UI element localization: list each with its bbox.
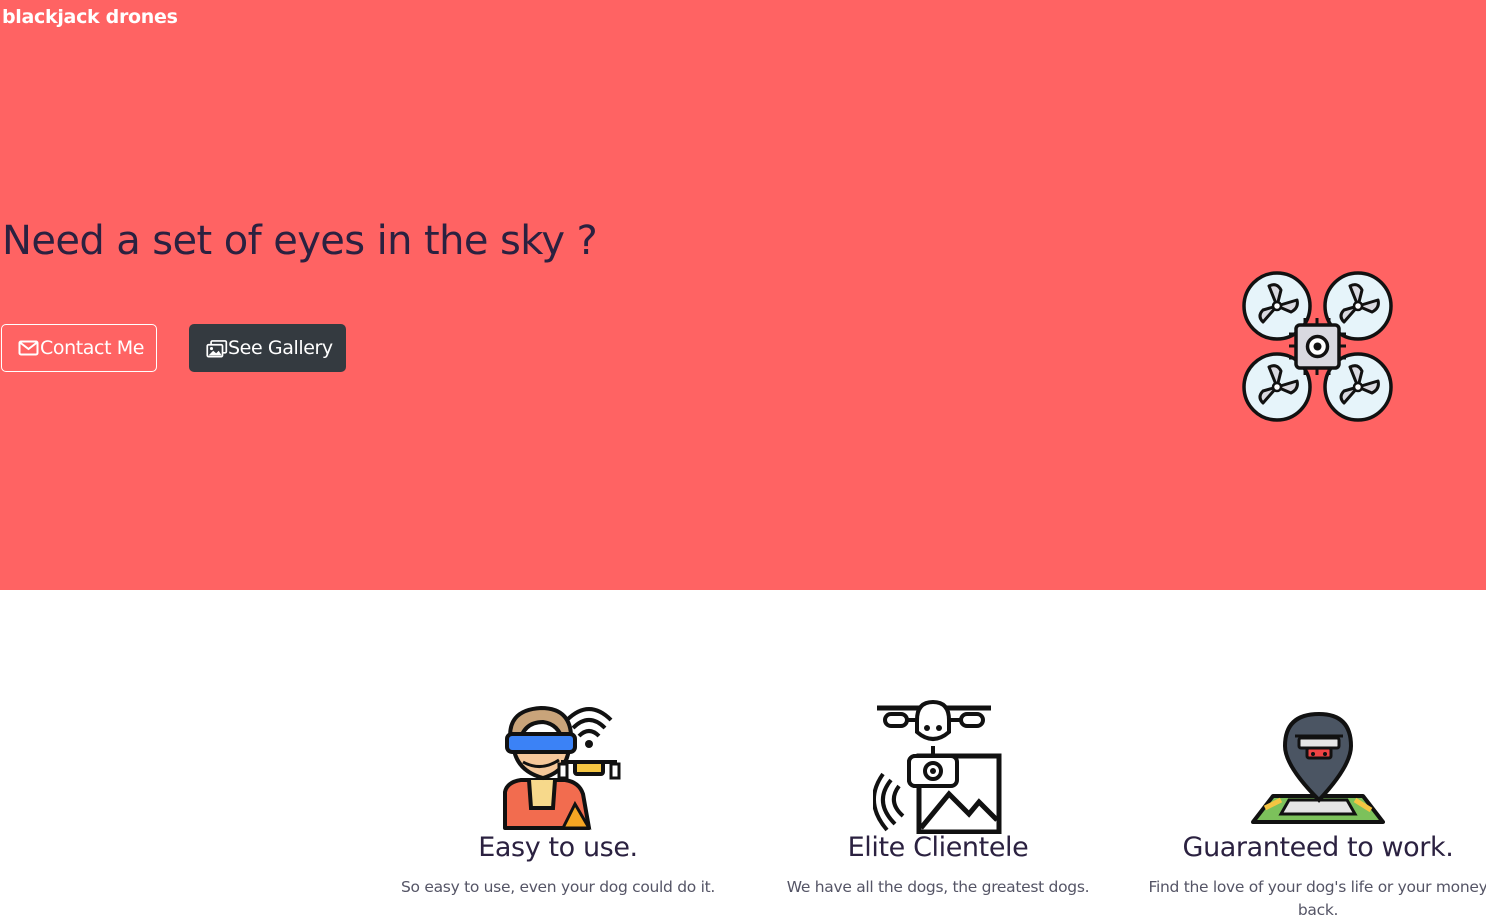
brand-logo[interactable]: blackjack drones <box>2 6 178 28</box>
contact-me-label: Contact Me <box>40 337 145 359</box>
contact-me-button[interactable]: Contact Me <box>1 324 157 372</box>
feature-easy-to-use: Easy to use. So easy to use, even your d… <box>388 700 728 896</box>
envelope-icon <box>18 338 40 358</box>
hero-headline: Need a set of eyes in the sky ? <box>2 218 598 264</box>
feature-text: So easy to use, even your dog could do i… <box>401 878 715 896</box>
see-gallery-label: See Gallery <box>228 337 333 359</box>
hero-section: blackjack drones Need a set of eyes in t… <box>0 0 1486 590</box>
feature-elite-clientele: Elite Clientele We have all the dogs, th… <box>768 700 1108 896</box>
feature-title: Easy to use. <box>478 832 638 863</box>
camera-drone-icon <box>873 700 1002 834</box>
images-icon <box>206 338 228 358</box>
feature-title: Elite Clientele <box>847 832 1029 863</box>
feature-title: Guaranteed to work. <box>1182 832 1454 863</box>
feature-text: Find the love of your dog's life or your… <box>1148 878 1486 919</box>
quadcopter-drone-icon <box>1242 271 1393 422</box>
feature-guaranteed: Guaranteed to work. Find the love of you… <box>1148 700 1486 919</box>
drone-pilot-icon <box>503 705 621 830</box>
drone-location-pin-icon <box>1251 711 1385 824</box>
feature-text: We have all the dogs, the greatest dogs. <box>786 878 1090 896</box>
see-gallery-button[interactable]: See Gallery <box>189 324 346 372</box>
